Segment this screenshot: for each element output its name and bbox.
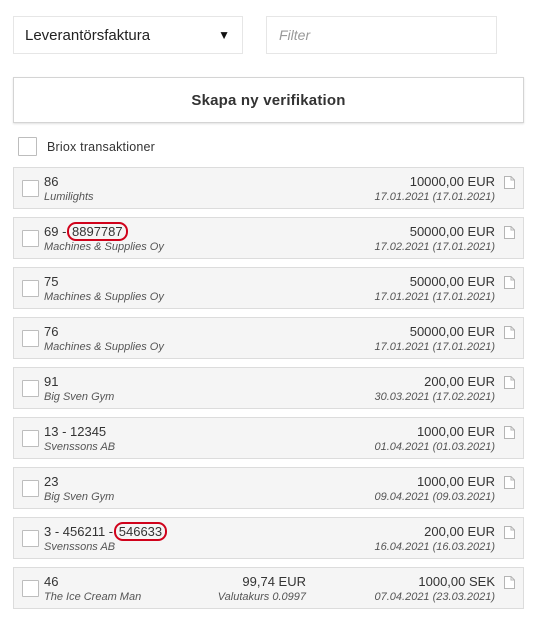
- date: 09.04.2021 (09.03.2021): [374, 491, 496, 503]
- amount: 200,00 EUR: [424, 524, 495, 539]
- voucher-number: 76: [44, 324, 58, 339]
- briox-transactions-checkbox[interactable]: [18, 137, 37, 156]
- transaction-row[interactable]: 69 - 8897787 Machines & Supplies Oy 50000,…: [13, 217, 524, 259]
- briox-transactions-label: Briox transaktioner: [47, 139, 156, 154]
- exchange-rate: Valutakurs 0.0997: [217, 591, 306, 603]
- row-checkbox[interactable]: [22, 430, 39, 447]
- amount: 10000,00 EUR: [409, 174, 495, 189]
- vendor-name: The Ice Cream Man: [44, 591, 142, 603]
- voucher-number-text: 75: [44, 274, 59, 289]
- amount: 50000,00 EUR: [409, 274, 495, 289]
- date: 01.04.2021 (01.03.2021): [374, 441, 496, 453]
- voucher-number: 91: [44, 374, 58, 389]
- vendor-name: Big Sven Gym: [44, 391, 115, 403]
- row-checkbox[interactable]: [22, 180, 39, 197]
- voucher-number-text: 13 - 12345: [44, 424, 107, 439]
- document-icon[interactable]: [504, 226, 515, 239]
- voucher-number-text: 91: [44, 374, 59, 389]
- transaction-row[interactable]: 91 Big Sven Gym 200,00 EUR 30.03.2021 (17.0…: [13, 367, 524, 409]
- date: 07.04.2021 (23.03.2021): [374, 591, 496, 603]
- amount: 1000,00 EUR: [416, 474, 495, 489]
- document-icon[interactable]: [504, 476, 515, 489]
- transaction-row[interactable]: 13 - 12345 Svenssons AB 1000,00 EUR 01.04.2…: [13, 417, 524, 459]
- transaction-row[interactable]: 46 The Ice Cream Man 99,74 EUR Valutakurs 0…: [13, 567, 524, 609]
- original-amount: 99,74 EUR: [242, 574, 306, 589]
- vendor-name: Machines & Supplies Oy: [44, 241, 164, 253]
- transaction-row[interactable]: 75 Machines & Supplies Oy 50000,00 EUR 17.0…: [13, 267, 524, 309]
- row-checkbox[interactable]: [22, 230, 39, 247]
- row-checkbox[interactable]: [22, 280, 39, 297]
- voucher-number: 46: [44, 574, 58, 589]
- document-icon[interactable]: [504, 326, 515, 339]
- vendor-name: Machines & Supplies Oy: [44, 341, 164, 353]
- date: 16.04.2021 (16.03.2021): [374, 541, 496, 553]
- voucher-number-text: 3 - 456211 -: [44, 524, 117, 539]
- create-verification-label: Skapa ny verifikation: [191, 91, 346, 109]
- transaction-row[interactable]: 86 Lumilights 10000,00 EUR 17.01.2021 (17.0…: [13, 167, 524, 209]
- date: 17.01.2021 (17.01.2021): [374, 341, 496, 353]
- date: 17.01.2021 (17.01.2021): [374, 291, 496, 303]
- voucher-number-text: 76: [44, 324, 59, 339]
- document-icon[interactable]: [504, 426, 515, 439]
- document-icon[interactable]: [504, 526, 515, 539]
- briox-transactions-toggle[interactable]: Briox transaktioner: [18, 137, 155, 156]
- voucher-number: 86: [44, 174, 58, 189]
- amount: 1000,00 SEK: [418, 574, 495, 589]
- transaction-row[interactable]: 3 - 456211 - 546633 Svenssons AB 200,00 EU…: [13, 517, 524, 559]
- voucher-number: 75: [44, 274, 58, 289]
- date: 17.02.2021 (17.01.2021): [374, 241, 496, 253]
- row-checkbox[interactable]: [22, 480, 39, 497]
- row-checkbox[interactable]: [22, 530, 39, 547]
- document-icon[interactable]: [504, 576, 515, 589]
- voucher-number-text: 23: [44, 474, 59, 489]
- voucher-number-text: 46: [44, 574, 59, 589]
- voucher-number: 3 - 456211 - 546633: [44, 522, 168, 541]
- date: 17.01.2021 (17.01.2021): [374, 191, 496, 203]
- chevron-down-icon: ▼: [218, 28, 230, 42]
- transaction-row[interactable]: 23 Big Sven Gym 1000,00 EUR 09.04.2021 (09.…: [13, 467, 524, 509]
- document-icon[interactable]: [504, 376, 515, 389]
- amount: 200,00 EUR: [424, 374, 495, 389]
- filter-input[interactable]: [266, 16, 497, 54]
- vendor-name: Svenssons AB: [44, 541, 116, 553]
- create-verification-button[interactable]: Skapa ny verifikation: [13, 77, 524, 123]
- row-checkbox[interactable]: [22, 580, 39, 597]
- document-icon[interactable]: [504, 176, 515, 189]
- vendor-name: Machines & Supplies Oy: [44, 291, 164, 303]
- voucher-number: 69 - 8897787: [44, 222, 128, 241]
- voucher-type-select[interactable]: Leverantörsfaktura ▼: [13, 16, 243, 54]
- row-checkbox[interactable]: [22, 330, 39, 347]
- voucher-number: 23: [44, 474, 58, 489]
- amount: 50000,00 EUR: [409, 324, 495, 339]
- transaction-row[interactable]: 76 Machines & Supplies Oy 50000,00 EUR 17.0…: [13, 317, 524, 359]
- amount: 1000,00 EUR: [416, 424, 495, 439]
- highlighted-reference: 546633: [113, 522, 168, 541]
- vendor-name: Lumilights: [44, 191, 94, 203]
- voucher-number: 13 - 12345: [44, 424, 106, 439]
- transaction-list: 86 Lumilights 10000,00 EUR 17.01.2021 (17.0…: [13, 167, 524, 617]
- document-icon[interactable]: [504, 276, 515, 289]
- voucher-number-text: 86: [44, 174, 59, 189]
- highlighted-reference: 8897787: [67, 222, 128, 241]
- row-checkbox[interactable]: [22, 380, 39, 397]
- vendor-name: Big Sven Gym: [44, 491, 115, 503]
- date: 30.03.2021 (17.02.2021): [374, 391, 496, 403]
- voucher-type-value: Leverantörsfaktura: [25, 26, 151, 44]
- vendor-name: Svenssons AB: [44, 441, 116, 453]
- amount: 50000,00 EUR: [409, 224, 495, 239]
